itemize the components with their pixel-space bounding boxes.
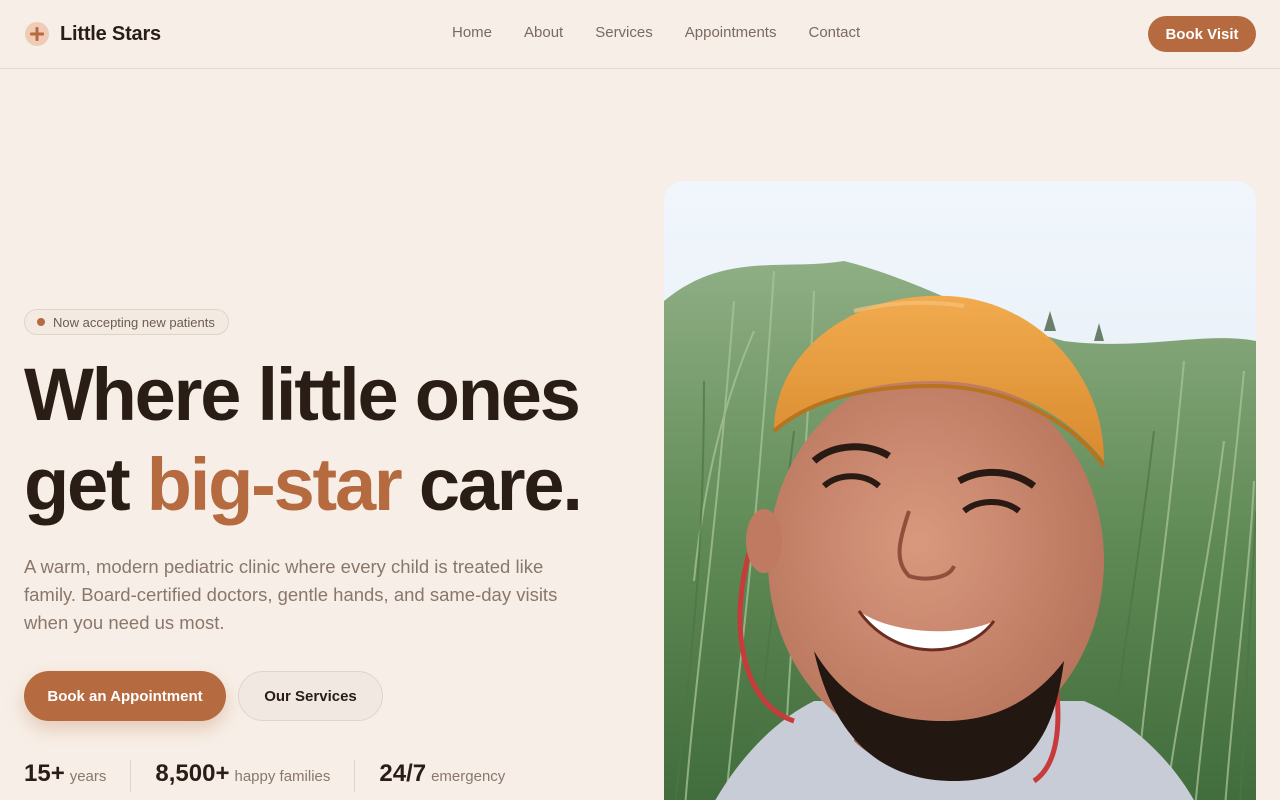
- page: Little Stars Home About Services Appoint…: [0, 0, 1280, 800]
- stat-years: 15+ years: [24, 760, 106, 788]
- book-appointment-button[interactable]: Book an Appointment: [24, 671, 226, 721]
- headline-post: care.: [400, 443, 583, 526]
- stat-emergency: 24/7 emergency: [379, 760, 505, 788]
- hero-subtitle: A warm, modern pediatric clinic where ev…: [24, 556, 558, 633]
- brand-logo[interactable]: Little Stars: [25, 22, 161, 46]
- main-nav: Home About Services Appointments Contact: [452, 24, 892, 41]
- nav-link-home[interactable]: Home: [452, 24, 492, 41]
- smiling-man-in-orange-cap-photo: [664, 181, 1256, 800]
- stat-value: 15+: [24, 760, 65, 787]
- site-header: Little Stars Home About Services Appoint…: [0, 0, 1280, 69]
- nav-link-about[interactable]: About: [524, 24, 563, 41]
- nav-link-contact[interactable]: Contact: [808, 24, 860, 41]
- stat-divider: [354, 760, 356, 792]
- status-badge-label: Now accepting new patients: [53, 314, 215, 330]
- nav-link-appointments[interactable]: Appointments: [685, 24, 777, 41]
- our-services-button[interactable]: Our Services: [238, 671, 383, 721]
- stat-label: emergency: [431, 768, 506, 785]
- nav-link-services[interactable]: Services: [595, 24, 653, 41]
- brand-name: Little Stars: [60, 22, 161, 45]
- headline-line-2: get big-star care.: [24, 440, 644, 530]
- headline-pre: get: [24, 443, 147, 526]
- headline-accent: big-star: [146, 443, 403, 526]
- stat-label: years: [69, 768, 107, 785]
- hero-headline: Where little ones get big-star care.: [24, 350, 644, 530]
- stat-value: 24/7: [379, 760, 427, 787]
- status-badge: Now accepting new patients: [24, 309, 229, 335]
- hero-photo: [664, 181, 1256, 800]
- stats-row: 15+ years 8,500+ happy families 24/7 eme…: [24, 760, 505, 792]
- headline-line-1: Where little ones: [24, 353, 581, 436]
- stat-label: happy families: [234, 768, 331, 785]
- stat-divider: [130, 760, 132, 792]
- status-dot-icon: [37, 318, 45, 326]
- stat-value: 8,500+: [155, 760, 230, 787]
- plus-icon: [25, 22, 49, 46]
- book-visit-button[interactable]: Book Visit: [1148, 16, 1256, 52]
- stat-families: 8,500+ happy families: [155, 760, 330, 788]
